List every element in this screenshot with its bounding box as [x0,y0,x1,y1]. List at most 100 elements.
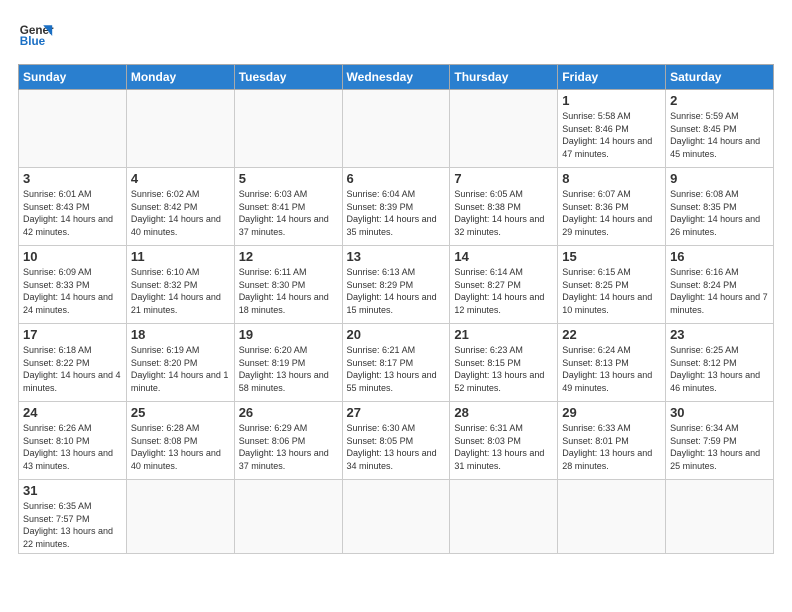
calendar-cell [450,480,558,554]
calendar-week-1: 1 Sunrise: 5:58 AM Sunset: 8:46 PM Daylig… [19,90,774,168]
weekday-header-friday: Friday [558,65,666,90]
calendar-cell: 1 Sunrise: 5:58 AM Sunset: 8:46 PM Daylig… [558,90,666,168]
weekday-header-tuesday: Tuesday [234,65,342,90]
day-number: 5 [239,171,338,186]
calendar-cell: 28Sunrise: 6:31 AM Sunset: 8:03 PM Dayli… [450,402,558,480]
calendar-cell [342,480,450,554]
day-info: Sunrise: 6:25 AM Sunset: 8:12 PM Dayligh… [670,344,769,394]
calendar-cell: 2 Sunrise: 5:59 AM Sunset: 8:45 PM Daylig… [666,90,774,168]
day-info: Sunrise: 6:14 AM Sunset: 8:27 PM Dayligh… [454,266,553,316]
calendar-cell [19,90,127,168]
weekday-header-wednesday: Wednesday [342,65,450,90]
day-number: 30 [670,405,769,420]
day-info: Sunrise: 6:15 AM Sunset: 8:25 PM Dayligh… [562,266,661,316]
weekday-header-monday: Monday [126,65,234,90]
day-info: Sunrise: 6:21 AM Sunset: 8:17 PM Dayligh… [347,344,446,394]
calendar-cell: 30 Sunrise: 6:34 AM Sunset: 7:59 PM Dayli… [666,402,774,480]
svg-text:Blue: Blue [20,35,46,48]
logo: General Blue [18,18,54,54]
weekday-header-thursday: Thursday [450,65,558,90]
calendar-cell: 11 Sunrise: 6:10 AM Sunset: 8:32 PM Dayli… [126,246,234,324]
weekday-header-sunday: Sunday [19,65,127,90]
day-number: 17 [23,327,122,342]
day-info: Sunrise: 6:05 AM Sunset: 8:38 PM Dayligh… [454,188,553,238]
header: General Blue [18,18,774,54]
calendar-cell [558,480,666,554]
calendar-cell: 17 Sunrise: 6:18 AM Sunset: 8:22 PM Dayli… [19,324,127,402]
day-number: 16 [670,249,769,264]
day-info: Sunrise: 6:35 AM Sunset: 7:57 PM Dayligh… [23,500,122,550]
calendar-cell: 13 Sunrise: 6:13 AM Sunset: 8:29 PM Dayli… [342,246,450,324]
day-info: Sunrise: 6:10 AM Sunset: 8:32 PM Dayligh… [131,266,230,316]
day-info: Sunrise: 6:30 AM Sunset: 8:05 PM Dayligh… [347,422,446,472]
calendar-cell: 18 Sunrise: 6:19 AM Sunset: 8:20 PM Dayli… [126,324,234,402]
day-info: Sunrise: 6:34 AM Sunset: 7:59 PM Dayligh… [670,422,769,472]
day-info: Sunrise: 6:23 AM Sunset: 8:15 PM Dayligh… [454,344,553,394]
calendar-cell [234,90,342,168]
day-number: 3 [23,171,122,186]
day-info: Sunrise: 6:08 AM Sunset: 8:35 PM Dayligh… [670,188,769,238]
day-number: 18 [131,327,230,342]
day-number: 12 [239,249,338,264]
calendar-cell: 9 Sunrise: 6:08 AM Sunset: 8:35 PM Daylig… [666,168,774,246]
day-number: 22 [562,327,661,342]
calendar-cell: 27Sunrise: 6:30 AM Sunset: 8:05 PM Dayli… [342,402,450,480]
day-number: 23 [670,327,769,342]
calendar-cell: 6 Sunrise: 6:04 AM Sunset: 8:39 PM Daylig… [342,168,450,246]
day-number: 11 [131,249,230,264]
day-number: 15 [562,249,661,264]
day-info: Sunrise: 5:58 AM Sunset: 8:46 PM Dayligh… [562,110,661,160]
calendar-cell: 5 Sunrise: 6:03 AM Sunset: 8:41 PM Daylig… [234,168,342,246]
calendar-week-3: 10Sunrise: 6:09 AM Sunset: 8:33 PM Dayli… [19,246,774,324]
calendar-cell: 15 Sunrise: 6:15 AM Sunset: 8:25 PM Dayli… [558,246,666,324]
calendar-cell: 31 Sunrise: 6:35 AM Sunset: 7:57 PM Dayli… [19,480,127,554]
day-number: 26 [239,405,338,420]
day-number: 13 [347,249,446,264]
day-number: 25 [131,405,230,420]
calendar-week-2: 3 Sunrise: 6:01 AM Sunset: 8:43 PM Daylig… [19,168,774,246]
calendar-cell: 22 Sunrise: 6:24 AM Sunset: 8:13 PM Dayli… [558,324,666,402]
day-number: 8 [562,171,661,186]
day-info: Sunrise: 5:59 AM Sunset: 8:45 PM Dayligh… [670,110,769,160]
day-number: 24 [23,405,122,420]
day-info: Sunrise: 6:02 AM Sunset: 8:42 PM Dayligh… [131,188,230,238]
weekday-header-saturday: Saturday [666,65,774,90]
day-info: Sunrise: 6:03 AM Sunset: 8:41 PM Dayligh… [239,188,338,238]
calendar-cell [126,90,234,168]
day-info: Sunrise: 6:01 AM Sunset: 8:43 PM Dayligh… [23,188,122,238]
page: General Blue SundayMondayTuesdayWednesda… [0,0,792,564]
calendar-cell: 24Sunrise: 6:26 AM Sunset: 8:10 PM Dayli… [19,402,127,480]
calendar-cell [666,480,774,554]
day-number: 28 [454,405,553,420]
calendar-cell: 10Sunrise: 6:09 AM Sunset: 8:33 PM Dayli… [19,246,127,324]
day-number: 10 [23,249,122,264]
day-info: Sunrise: 6:33 AM Sunset: 8:01 PM Dayligh… [562,422,661,472]
calendar-cell [342,90,450,168]
calendar-table: SundayMondayTuesdayWednesdayThursdayFrid… [18,64,774,554]
day-info: Sunrise: 6:04 AM Sunset: 8:39 PM Dayligh… [347,188,446,238]
day-number: 2 [670,93,769,108]
day-info: Sunrise: 6:20 AM Sunset: 8:19 PM Dayligh… [239,344,338,394]
calendar-cell: 7 Sunrise: 6:05 AM Sunset: 8:38 PM Daylig… [450,168,558,246]
day-number: 31 [23,483,122,498]
calendar-cell: 14Sunrise: 6:14 AM Sunset: 8:27 PM Dayli… [450,246,558,324]
calendar-cell: 23 Sunrise: 6:25 AM Sunset: 8:12 PM Dayli… [666,324,774,402]
day-info: Sunrise: 6:18 AM Sunset: 8:22 PM Dayligh… [23,344,122,394]
day-info: Sunrise: 6:16 AM Sunset: 8:24 PM Dayligh… [670,266,769,316]
calendar-cell: 20 Sunrise: 6:21 AM Sunset: 8:17 PM Dayli… [342,324,450,402]
day-number: 6 [347,171,446,186]
day-number: 9 [670,171,769,186]
calendar-week-5: 24Sunrise: 6:26 AM Sunset: 8:10 PM Dayli… [19,402,774,480]
day-number: 7 [454,171,553,186]
calendar-cell: 21 Sunrise: 6:23 AM Sunset: 8:15 PM Dayli… [450,324,558,402]
day-number: 20 [347,327,446,342]
day-info: Sunrise: 6:24 AM Sunset: 8:13 PM Dayligh… [562,344,661,394]
day-info: Sunrise: 6:11 AM Sunset: 8:30 PM Dayligh… [239,266,338,316]
calendar-cell: 25Sunrise: 6:28 AM Sunset: 8:08 PM Dayli… [126,402,234,480]
day-info: Sunrise: 6:07 AM Sunset: 8:36 PM Dayligh… [562,188,661,238]
day-info: Sunrise: 6:13 AM Sunset: 8:29 PM Dayligh… [347,266,446,316]
day-info: Sunrise: 6:19 AM Sunset: 8:20 PM Dayligh… [131,344,230,394]
day-number: 21 [454,327,553,342]
day-number: 1 [562,93,661,108]
calendar-cell: 8 Sunrise: 6:07 AM Sunset: 8:36 PM Daylig… [558,168,666,246]
